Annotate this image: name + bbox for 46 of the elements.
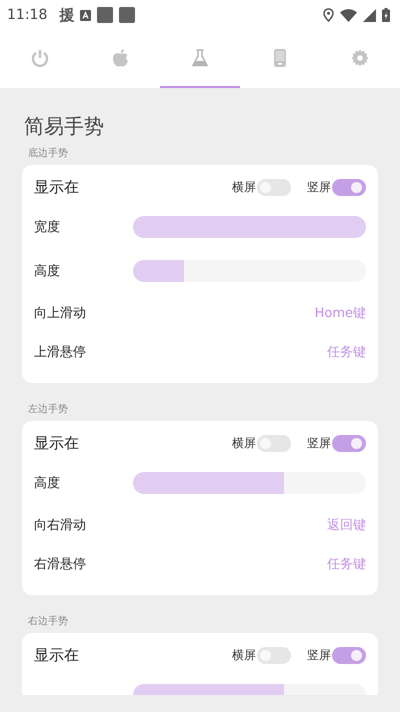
phone-icon bbox=[274, 49, 286, 67]
toggle-switch[interactable] bbox=[257, 434, 291, 452]
row-label: 向右滑动 bbox=[34, 516, 87, 534]
status-time: 11:18 bbox=[7, 7, 48, 23]
section-label: 底边手势 bbox=[28, 147, 69, 161]
flask-icon bbox=[192, 49, 208, 67]
row-label: 高度 bbox=[34, 475, 61, 492]
power-icon bbox=[31, 49, 49, 67]
toggle-label: 横屏 bbox=[232, 434, 256, 452]
row-label: 宽度 bbox=[34, 219, 61, 236]
apple-icon bbox=[112, 49, 128, 67]
row-label: 上滑悬停 bbox=[34, 344, 87, 360]
battery-icon bbox=[382, 8, 390, 22]
toggle-switch[interactable] bbox=[257, 646, 291, 664]
wifi-icon bbox=[340, 8, 357, 22]
option-value[interactable]: Home键 bbox=[314, 304, 366, 322]
location-icon bbox=[323, 8, 334, 22]
slider-track[interactable] bbox=[133, 260, 366, 282]
option-value[interactable]: 返回键 bbox=[327, 516, 366, 534]
row-label: 显示在 bbox=[34, 434, 79, 452]
page-title: 简易手势 bbox=[24, 113, 105, 139]
option-value[interactable]: 任务键 bbox=[327, 342, 366, 360]
notification-icon bbox=[97, 7, 114, 23]
toggle-switch[interactable] bbox=[332, 178, 366, 196]
section-label: 右边手势 bbox=[28, 615, 69, 629]
row-label: 向上滑动 bbox=[34, 304, 87, 322]
toggle-label: 竖屏 bbox=[307, 646, 331, 664]
notification-icon bbox=[119, 7, 136, 23]
row-label: 显示在 bbox=[34, 178, 79, 196]
row-label: 右滑悬停 bbox=[34, 556, 87, 572]
notification-icon bbox=[80, 10, 92, 20]
notification-text: 援 bbox=[59, 6, 74, 24]
row-label: 高度 bbox=[34, 263, 61, 280]
toggle-switch[interactable] bbox=[332, 434, 366, 452]
toggle-label: 竖屏 bbox=[307, 434, 331, 452]
toggle-switch[interactable] bbox=[257, 178, 291, 196]
section-label: 左边手势 bbox=[28, 403, 69, 417]
settings-icon bbox=[351, 49, 369, 67]
toggle-label: 横屏 bbox=[232, 646, 256, 664]
toggle-switch[interactable] bbox=[332, 646, 366, 664]
toggle-label: 竖屏 bbox=[307, 178, 331, 196]
slider-track[interactable] bbox=[133, 472, 366, 494]
toggle-label: 横屏 bbox=[232, 178, 256, 196]
row-label: 显示在 bbox=[34, 646, 79, 664]
option-value[interactable]: 任务键 bbox=[327, 554, 366, 572]
signal-icon bbox=[363, 8, 376, 22]
